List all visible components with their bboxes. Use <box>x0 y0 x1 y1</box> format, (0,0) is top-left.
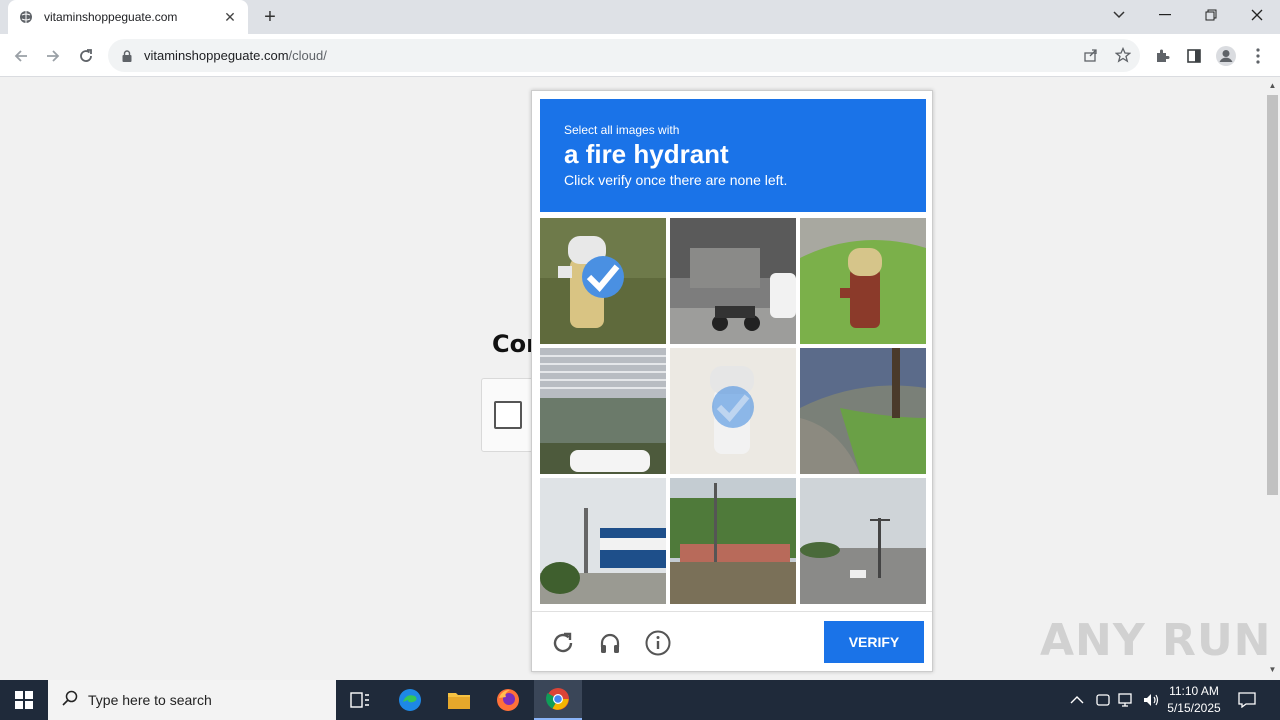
notification-icon[interactable] <box>1238 680 1256 720</box>
tray-chevron-icon[interactable] <box>1070 680 1084 720</box>
windows-taskbar: Type here to search 11:10 AM 5/15/2025 <box>0 680 1280 720</box>
url-host: vitaminshoppeguate.com <box>144 48 289 63</box>
minimize-icon[interactable] <box>1142 0 1188 30</box>
captcha-tile-5[interactable] <box>670 348 796 474</box>
share-icon[interactable] <box>1080 44 1102 66</box>
verify-button[interactable]: VERIFY <box>824 621 924 663</box>
captcha-tile-6[interactable] <box>800 348 926 474</box>
side-panel-icon[interactable] <box>1181 43 1207 69</box>
search-icon <box>62 690 78 711</box>
url-text: vitaminshoppeguate.com/cloud/ <box>144 48 327 63</box>
taskbar-clock[interactable]: 11:10 AM 5/15/2025 <box>1160 683 1228 717</box>
headphones-icon[interactable] <box>596 629 624 657</box>
selected-check-icon <box>582 256 624 298</box>
close-window-icon[interactable] <box>1234 0 1280 30</box>
selected-check-icon <box>712 386 754 428</box>
scroll-down-arrow-icon[interactable]: ▼ <box>1268 665 1277 674</box>
volume-icon[interactable] <box>1142 680 1160 720</box>
new-tab-button[interactable]: + <box>258 6 282 28</box>
captcha-grid <box>540 218 926 604</box>
captcha-divider <box>532 611 932 612</box>
reload-icon[interactable] <box>73 43 99 69</box>
extensions-icon[interactable] <box>1149 43 1175 69</box>
verification-checkbox[interactable] <box>494 401 522 429</box>
captcha-tile-9[interactable] <box>800 478 926 604</box>
chrome-icon[interactable] <box>534 680 582 720</box>
captcha-header: Select all images with a fire hydrant Cl… <box>540 99 926 212</box>
captcha-tile-4[interactable] <box>540 348 666 474</box>
clock-date: 5/15/2025 <box>1167 701 1221 715</box>
browser-tab[interactable]: vitaminshoppeguate.com ✕ <box>8 0 248 34</box>
globe-icon <box>18 9 34 25</box>
scroll-up-arrow-icon[interactable]: ▲ <box>1268 81 1277 90</box>
profile-avatar-icon[interactable] <box>1213 43 1239 69</box>
anyrun-watermark: ANY RUN <box>1040 615 1272 666</box>
browser-toolbar: vitaminshoppeguate.com/cloud/ <box>0 34 1280 77</box>
captcha-target: a fire hydrant <box>564 139 729 169</box>
captcha-tile-3[interactable] <box>800 218 926 344</box>
captcha-tile-2[interactable] <box>670 218 796 344</box>
menu-dots-icon[interactable] <box>1245 43 1271 69</box>
captcha-instruction: Select all images with <box>564 123 680 137</box>
meet-now-icon[interactable] <box>1095 680 1111 720</box>
clock-time: 11:10 AM <box>1169 684 1219 698</box>
info-icon[interactable] <box>644 629 672 657</box>
lock-icon[interactable] <box>120 49 134 63</box>
tab-close-icon[interactable]: ✕ <box>222 9 238 26</box>
bookmark-star-icon[interactable] <box>1112 44 1134 66</box>
firefox-icon[interactable] <box>484 680 532 720</box>
url-path: /cloud/ <box>288 48 327 63</box>
scroll-thumb[interactable] <box>1267 95 1278 495</box>
file-explorer-icon[interactable] <box>435 680 483 720</box>
restore-icon[interactable] <box>1188 0 1234 30</box>
forward-icon[interactable] <box>40 43 66 69</box>
captcha-subinstruction: Click verify once there are none left. <box>564 172 788 188</box>
edge-icon[interactable] <box>386 680 434 720</box>
tab-strip: vitaminshoppeguate.com ✕ + <box>0 0 1280 34</box>
page-scrollbar[interactable]: ▲ ▼ <box>1265 77 1280 680</box>
captcha-tile-8[interactable] <box>670 478 796 604</box>
address-bar[interactable]: vitaminshoppeguate.com/cloud/ <box>108 39 1140 72</box>
refresh-icon[interactable] <box>549 629 577 657</box>
network-icon[interactable] <box>1118 680 1136 720</box>
taskbar-search-box[interactable]: Type here to search <box>48 680 336 720</box>
captcha-dialog: Select all images with a fire hydrant Cl… <box>531 90 933 672</box>
tab-search-chevron-icon[interactable] <box>1096 0 1142 30</box>
task-view-icon[interactable] <box>336 680 384 720</box>
tab-title: vitaminshoppeguate.com <box>44 10 178 24</box>
taskbar-search-placeholder: Type here to search <box>88 692 212 708</box>
windows-start-icon[interactable] <box>0 680 48 720</box>
captcha-tile-7[interactable] <box>540 478 666 604</box>
captcha-tile-1[interactable] <box>540 218 666 344</box>
back-icon[interactable] <box>8 43 34 69</box>
